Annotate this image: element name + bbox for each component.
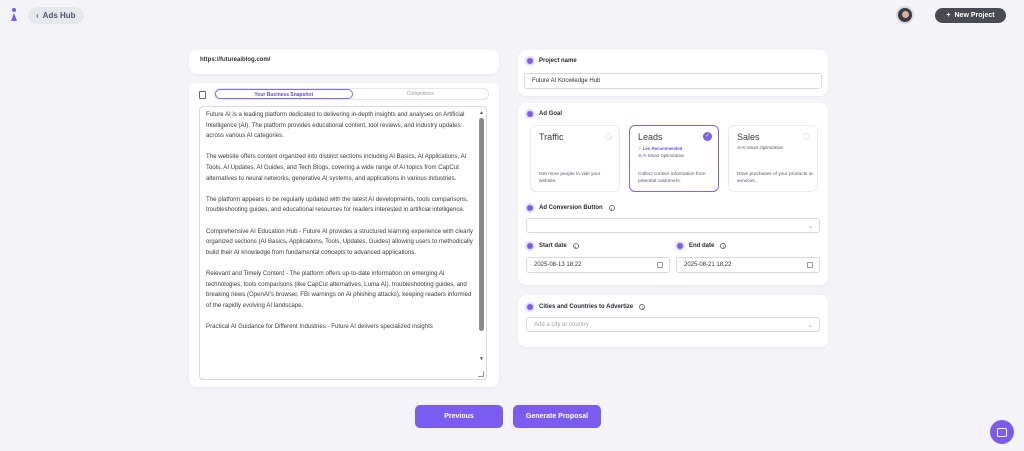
recommended-badge: ✧ Leo Recommended <box>638 146 683 151</box>
info-icon[interactable]: i <box>639 304 646 310</box>
app-logo-icon[interactable] <box>9 7 19 23</box>
step-dot-icon <box>527 243 533 249</box>
scroll-up-icon[interactable]: ▲ <box>479 110 484 116</box>
step-dot-icon <box>527 205 533 211</box>
info-icon[interactable]: i <box>572 243 579 249</box>
end-date-input[interactable]: 2025-08-21 18:22 <box>676 257 820 273</box>
chevron-down-icon: ⌄ <box>807 323 813 329</box>
conversion-button-label: Ad Conversion Button <box>539 205 603 211</box>
locations-heading: Cities and Countries to Advertize i <box>527 304 646 310</box>
scroll-down-icon[interactable]: ▼ <box>479 356 484 362</box>
end-date-heading: End date i <box>677 243 727 249</box>
previous-button[interactable]: Previous <box>415 405 503 428</box>
project-name-input[interactable]: Future AI Knowledge Hub <box>524 73 822 89</box>
goal-option-leads[interactable]: Leads ✓ ✧ Leo Recommended ⊘ AI Smart Opt… <box>629 125 719 192</box>
snapshot-text: Future AI is a leading platform dedicate… <box>206 111 473 330</box>
start-date-label: Start date <box>539 243 567 249</box>
end-date-label: End date <box>689 243 715 249</box>
locations-placeholder: Add a city or country <box>534 321 589 328</box>
ai-optimization-label: ⊘ AI Smart Optimization <box>737 145 784 150</box>
step-dot-icon <box>527 58 533 64</box>
goal-description: Collect contact information from potenti… <box>638 172 706 184</box>
project-name-value: Future AI Knowledge Hub <box>532 78 601 84</box>
top-bar: ‹ Ads Hub + New Project <box>0 0 1024 32</box>
goal-title: Leads <box>638 132 663 142</box>
ad-goal-heading: Ad Goal <box>527 111 562 117</box>
end-date-value: 2025-08-21 18:22 <box>684 262 732 268</box>
goal-option-sales[interactable]: Sales ⊘ AI Smart Optimization Drive purc… <box>728 125 818 192</box>
ai-optimization-label: ⊘ AI Smart Optimization <box>638 153 685 158</box>
goal-title: Sales <box>737 132 760 142</box>
goal-description: Get more people to visit your website. <box>539 172 601 184</box>
calendar-icon <box>657 262 663 268</box>
chat-support-icon[interactable] <box>990 420 1014 444</box>
goal-description: Drive purchases of your products or serv… <box>737 172 813 184</box>
avatar[interactable] <box>896 6 914 24</box>
radio-icon <box>803 133 810 140</box>
document-icon <box>199 91 206 99</box>
back-button[interactable]: ‹ Ads Hub <box>28 7 84 24</box>
step-dot-icon <box>677 243 683 249</box>
start-date-value: 2025-08-13 18:22 <box>534 262 582 268</box>
back-button-label: Ads Hub <box>42 11 76 20</box>
chevron-left-icon: ‹ <box>36 11 39 20</box>
tab-business-snapshot[interactable]: Your Business Snapshot <box>215 89 353 99</box>
plus-icon: + <box>946 12 951 19</box>
project-name-heading: Project name <box>527 58 577 64</box>
goal-title: Traffic <box>539 132 564 142</box>
info-icon[interactable]: i <box>608 205 615 211</box>
step-dot-icon <box>527 304 533 310</box>
goal-option-traffic[interactable]: Traffic Get more people to visit your we… <box>530 125 620 192</box>
check-icon: ✓ <box>703 132 712 141</box>
ad-goal-label: Ad Goal <box>539 111 563 117</box>
radio-icon <box>605 133 612 140</box>
conversion-button-select[interactable]: ⌄ <box>526 218 820 233</box>
generate-proposal-button[interactable]: Generate Proposal <box>513 405 601 428</box>
step-dot-icon <box>527 111 533 117</box>
tab-competitors[interactable]: Competitors <box>353 89 489 99</box>
snapshot-tabs: Your Business Snapshot Competitors <box>214 88 489 100</box>
project-name-label: Project name <box>539 58 577 64</box>
scrollbar-thumb[interactable] <box>479 118 484 331</box>
snapshot-textarea[interactable]: Future AI is a leading platform dedicate… <box>199 106 487 380</box>
calendar-icon <box>807 262 813 268</box>
website-url: https://futureaiblog.com/ <box>189 50 499 74</box>
start-date-heading: Start date i <box>527 243 579 249</box>
new-project-label: New Project <box>954 12 995 19</box>
info-icon[interactable]: i <box>720 243 727 249</box>
resize-handle-icon[interactable] <box>478 371 484 377</box>
locations-label: Cities and Countries to Advertize <box>539 304 634 310</box>
conversion-button-heading: Ad Conversion Button i <box>527 205 615 211</box>
start-date-input[interactable]: 2025-08-13 18:22 <box>526 257 670 273</box>
new-project-button[interactable]: + New Project <box>935 8 1006 23</box>
chevron-down-icon: ⌄ <box>807 224 813 230</box>
locations-input[interactable]: Add a city or country ⌄ <box>526 317 820 332</box>
